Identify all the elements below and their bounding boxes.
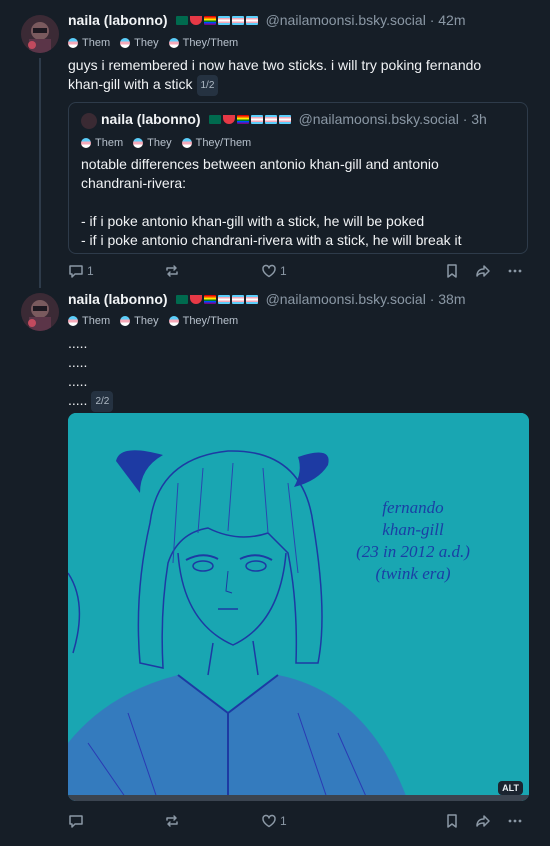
trans-flag-icon <box>250 114 263 124</box>
more-options-button[interactable] <box>507 813 523 829</box>
annotation-line: (23 in 2012 a.d.) <box>356 542 470 561</box>
like-icon <box>262 814 276 828</box>
post-text: guys i remembered i now have two sticks.… <box>68 56 481 96</box>
watermelon-icon <box>222 114 235 124</box>
post-text: ..... ..... ..... ..... 2/2 <box>68 334 114 412</box>
pronoun-tag: They/Them <box>168 37 238 49</box>
reply-icon <box>69 265 83 278</box>
share-icon <box>476 265 490 277</box>
quoted-handle-timestamp: @nailamoonsi.bsky.social · 3h <box>298 111 487 127</box>
post-image[interactable]: fernando khan-gill (23 in 2012 a.d.) (tw… <box>68 413 529 801</box>
trans-flag-icon <box>278 114 291 124</box>
author-name[interactable]: naila (labonno) <box>68 12 168 28</box>
bookmark-button[interactable] <box>444 263 460 279</box>
trans-heart-icon <box>120 316 131 326</box>
thread-connector-line <box>39 58 41 288</box>
avatar[interactable] <box>21 15 59 53</box>
alt-text-badge[interactable]: ALT <box>498 781 523 795</box>
annotation-line: fernando <box>382 498 443 517</box>
trans-flag-icon <box>231 15 244 25</box>
trans-heart-icon <box>68 316 78 326</box>
emoji-flags <box>175 15 258 25</box>
trans-heart-icon <box>133 138 144 148</box>
rainbow-flag-icon <box>203 294 216 304</box>
rainbow-flag-icon <box>203 15 216 25</box>
quoted-avatar <box>81 113 97 129</box>
watermelon-icon <box>189 15 202 25</box>
handle-timestamp[interactable]: @nailamoonsi.bsky.social · 42m <box>266 12 466 28</box>
like-button[interactable]: 1 <box>261 813 287 829</box>
rainbow-flag-icon <box>236 114 249 124</box>
more-options-button[interactable] <box>507 263 523 279</box>
pronoun-tags: Them They They/Them <box>68 37 238 49</box>
post-header: naila (labonno) @nailamoonsi.bsky.social… <box>68 291 465 307</box>
thread-badge: 1/2 <box>196 75 219 96</box>
more-icon <box>508 819 522 823</box>
quoted-header: naila (labonno) @nailamoonsi.bsky.social… <box>101 111 487 127</box>
watermelon-icon <box>189 294 202 304</box>
pronoun-tag: Them <box>68 37 110 49</box>
reply-button[interactable] <box>68 813 87 829</box>
bangladesh-flag-icon <box>175 294 188 304</box>
quoted-pronoun-tags: Them They They/Them <box>81 137 251 149</box>
bangladesh-flag-icon <box>208 114 221 124</box>
trans-flag-icon <box>231 294 244 304</box>
reply-button[interactable]: 1 <box>68 263 94 279</box>
like-button[interactable]: 1 <box>261 263 287 279</box>
drawing-illustration: fernando khan-gill (23 in 2012 a.d.) (tw… <box>68 413 529 801</box>
trans-heart-icon <box>81 138 91 148</box>
more-icon <box>508 269 522 273</box>
bookmark-icon <box>447 264 457 278</box>
trans-heart-icon <box>168 316 179 326</box>
trans-heart-icon <box>120 38 131 48</box>
repost-icon <box>166 265 178 277</box>
annotation-line: khan-gill <box>382 520 444 539</box>
thread-badge: 2/2 <box>91 391 114 412</box>
repost-icon <box>166 815 178 827</box>
bangladesh-flag-icon <box>175 15 188 25</box>
share-button[interactable] <box>475 813 491 829</box>
quoted-author-name: naila (labonno) <box>101 111 201 127</box>
trans-flag-icon <box>217 15 230 25</box>
post-actions: 1 1 <box>68 263 528 283</box>
pronoun-tag: They <box>120 315 159 327</box>
avatar[interactable] <box>21 293 59 331</box>
trans-heart-icon <box>68 38 78 48</box>
annotation-line: (twink era) <box>375 564 450 583</box>
post-header: naila (labonno) @nailamoonsi.bsky.social… <box>68 12 465 28</box>
trans-heart-icon <box>181 138 192 148</box>
pronoun-tag: They <box>133 137 172 149</box>
repost-button[interactable] <box>164 263 183 279</box>
quoted-post[interactable]: naila (labonno) @nailamoonsi.bsky.social… <box>68 102 528 254</box>
share-button[interactable] <box>475 263 491 279</box>
trans-flag-icon <box>264 114 277 124</box>
share-icon <box>476 815 490 827</box>
pronoun-tag: Them <box>81 137 123 149</box>
pronoun-tag: They/Them <box>181 137 251 149</box>
trans-heart-icon <box>168 38 179 48</box>
reply-icon <box>69 815 83 828</box>
quoted-text: notable differences between antonio khan… <box>81 156 462 248</box>
trans-flag-icon <box>217 294 230 304</box>
handle-timestamp[interactable]: @nailamoonsi.bsky.social · 38m <box>266 291 466 307</box>
post-actions: 1 <box>68 813 528 833</box>
bookmark-icon <box>447 814 457 828</box>
trans-flag-icon <box>245 15 258 25</box>
bookmark-button[interactable] <box>444 813 460 829</box>
like-icon <box>262 264 276 278</box>
pronoun-tag: Them <box>68 315 110 327</box>
pronoun-tag: They <box>120 37 159 49</box>
emoji-flags <box>175 294 258 304</box>
repost-button[interactable] <box>164 813 183 829</box>
pronoun-tag: They/Them <box>168 315 238 327</box>
pronoun-tags: Them They They/Them <box>68 315 238 327</box>
author-name[interactable]: naila (labonno) <box>68 291 168 307</box>
emoji-flags <box>208 114 291 124</box>
trans-flag-icon <box>245 294 258 304</box>
